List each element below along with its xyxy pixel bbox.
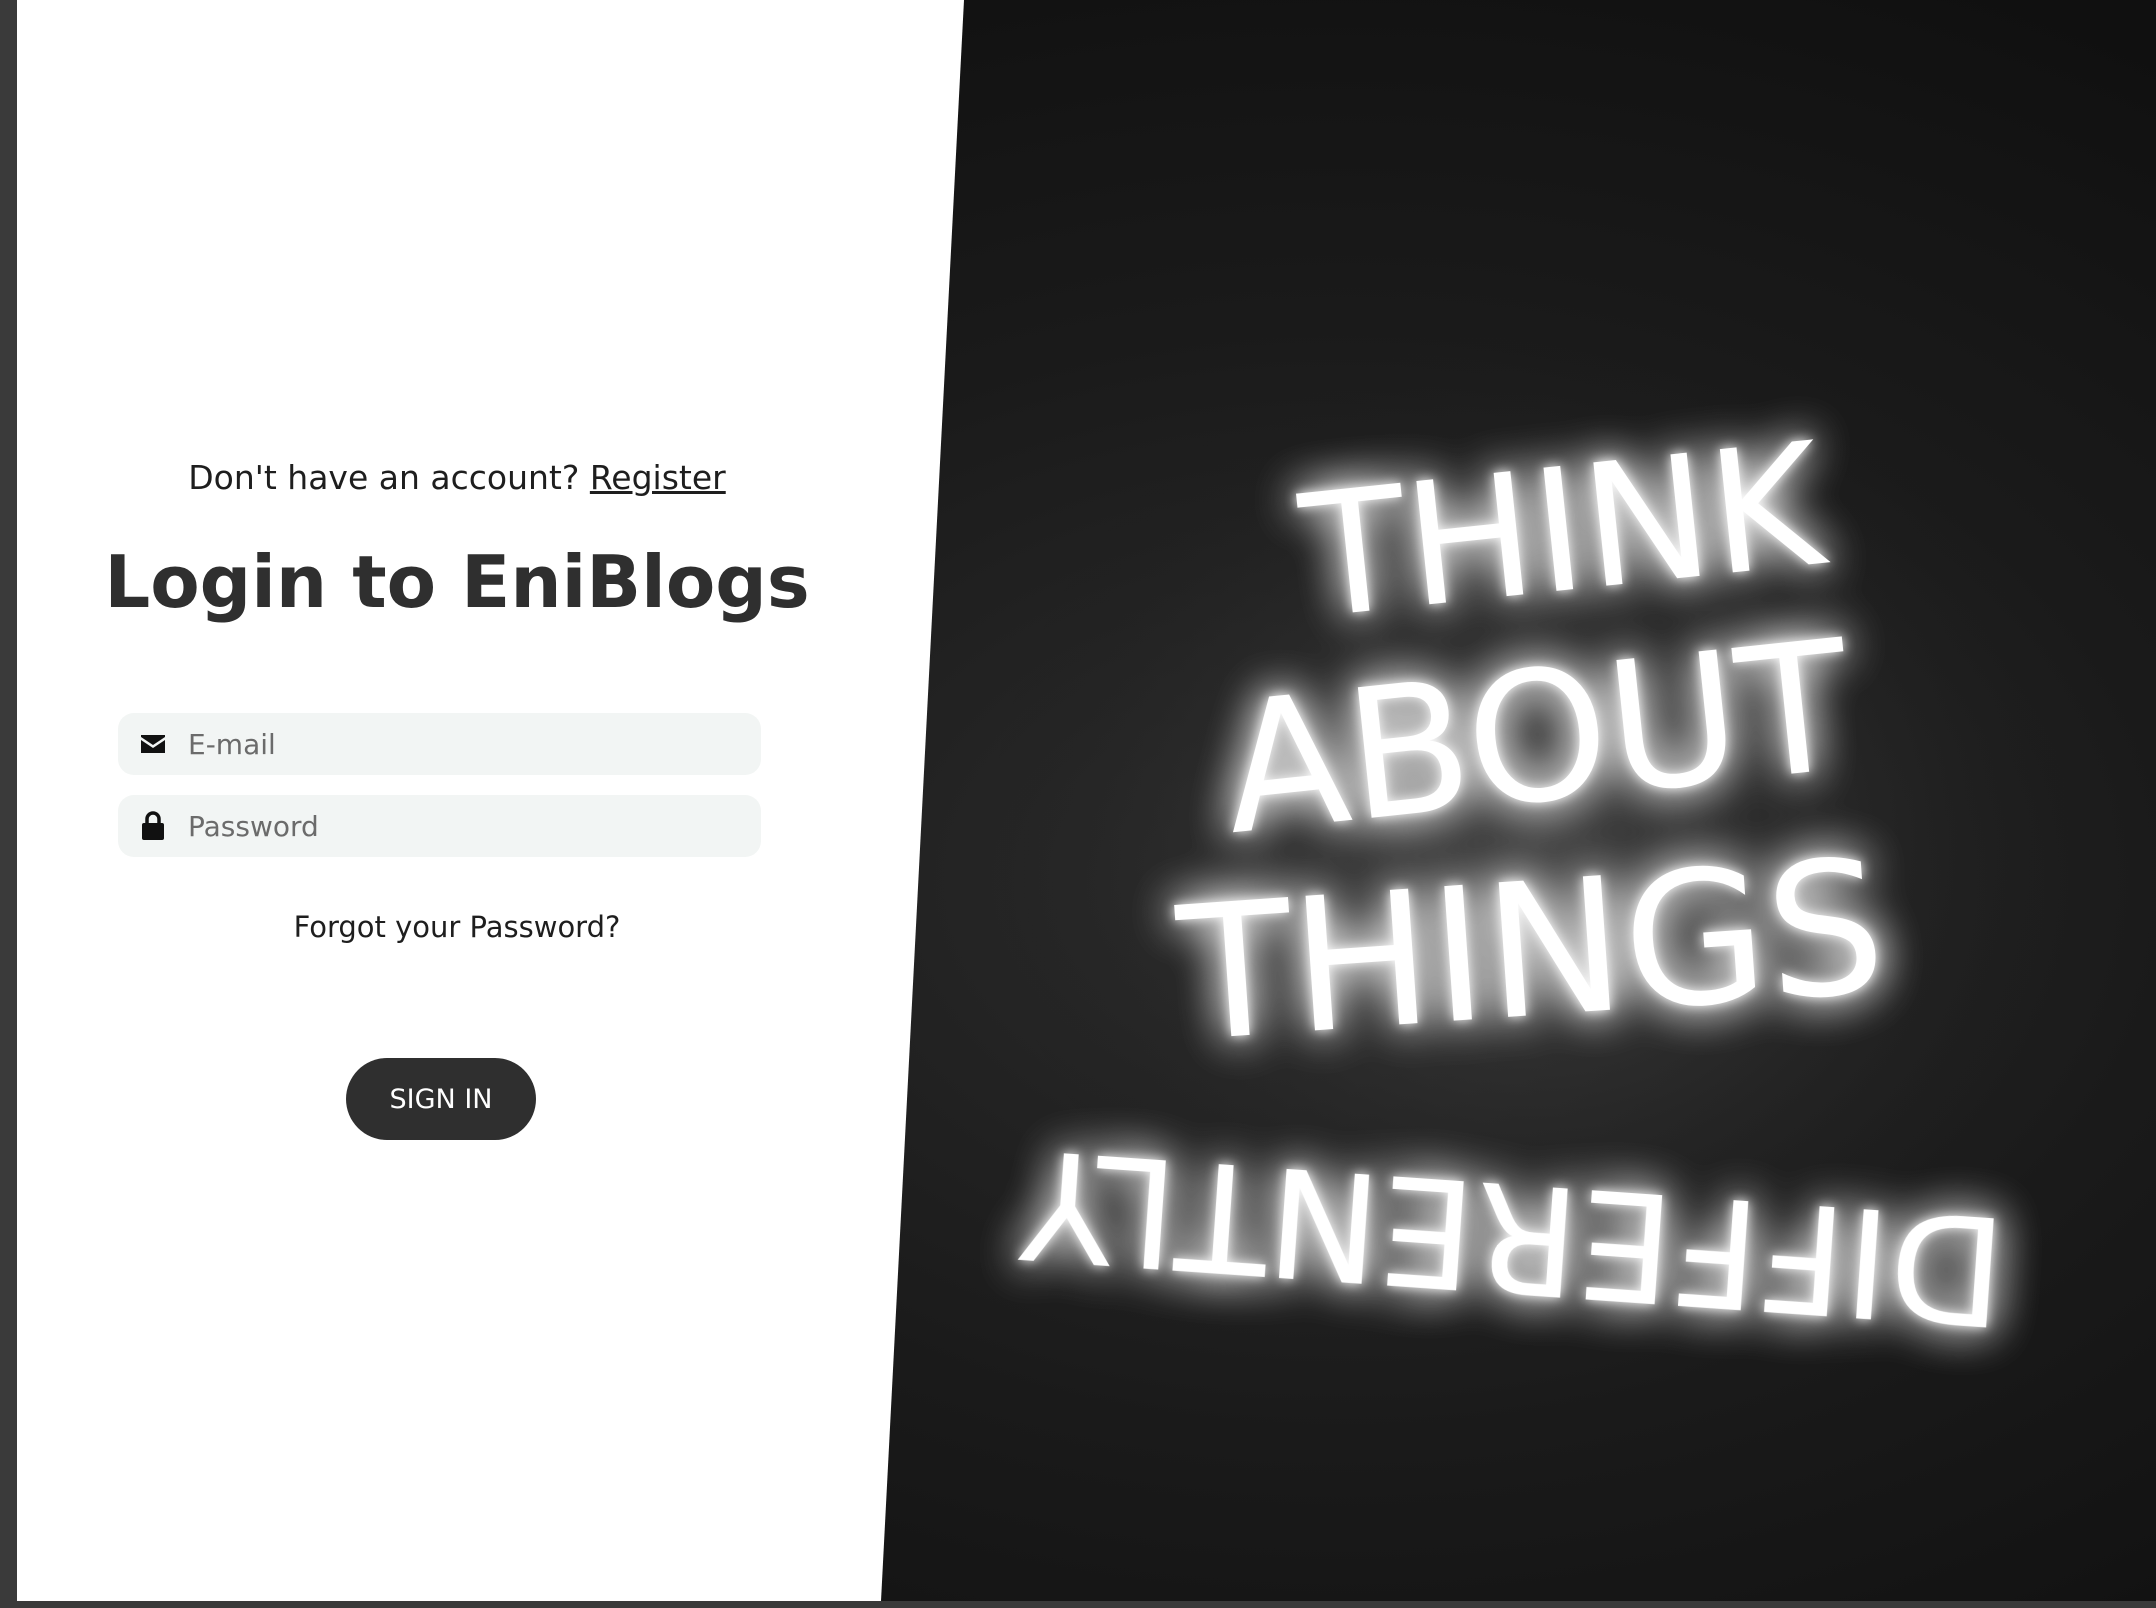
- email-field[interactable]: [118, 713, 761, 775]
- password-field[interactable]: [118, 795, 761, 857]
- page-frame: Don't have an account? Register Login to…: [17, 0, 2156, 1601]
- envelope-icon: [138, 729, 168, 759]
- register-link[interactable]: Register: [590, 458, 726, 497]
- register-prompt-text: Don't have an account?: [188, 458, 580, 497]
- lock-icon: [138, 811, 168, 841]
- register-prompt: Don't have an account? Register: [17, 458, 897, 497]
- page-title: Login to EniBlogs: [104, 540, 810, 624]
- password-input[interactable]: [186, 808, 750, 844]
- login-panel: Don't have an account? Register Login to…: [17, 0, 897, 1601]
- email-input[interactable]: [186, 726, 750, 762]
- forgot-password-link[interactable]: Forgot your Password?: [17, 910, 897, 944]
- sign-in-button[interactable]: SIGN IN: [346, 1058, 536, 1140]
